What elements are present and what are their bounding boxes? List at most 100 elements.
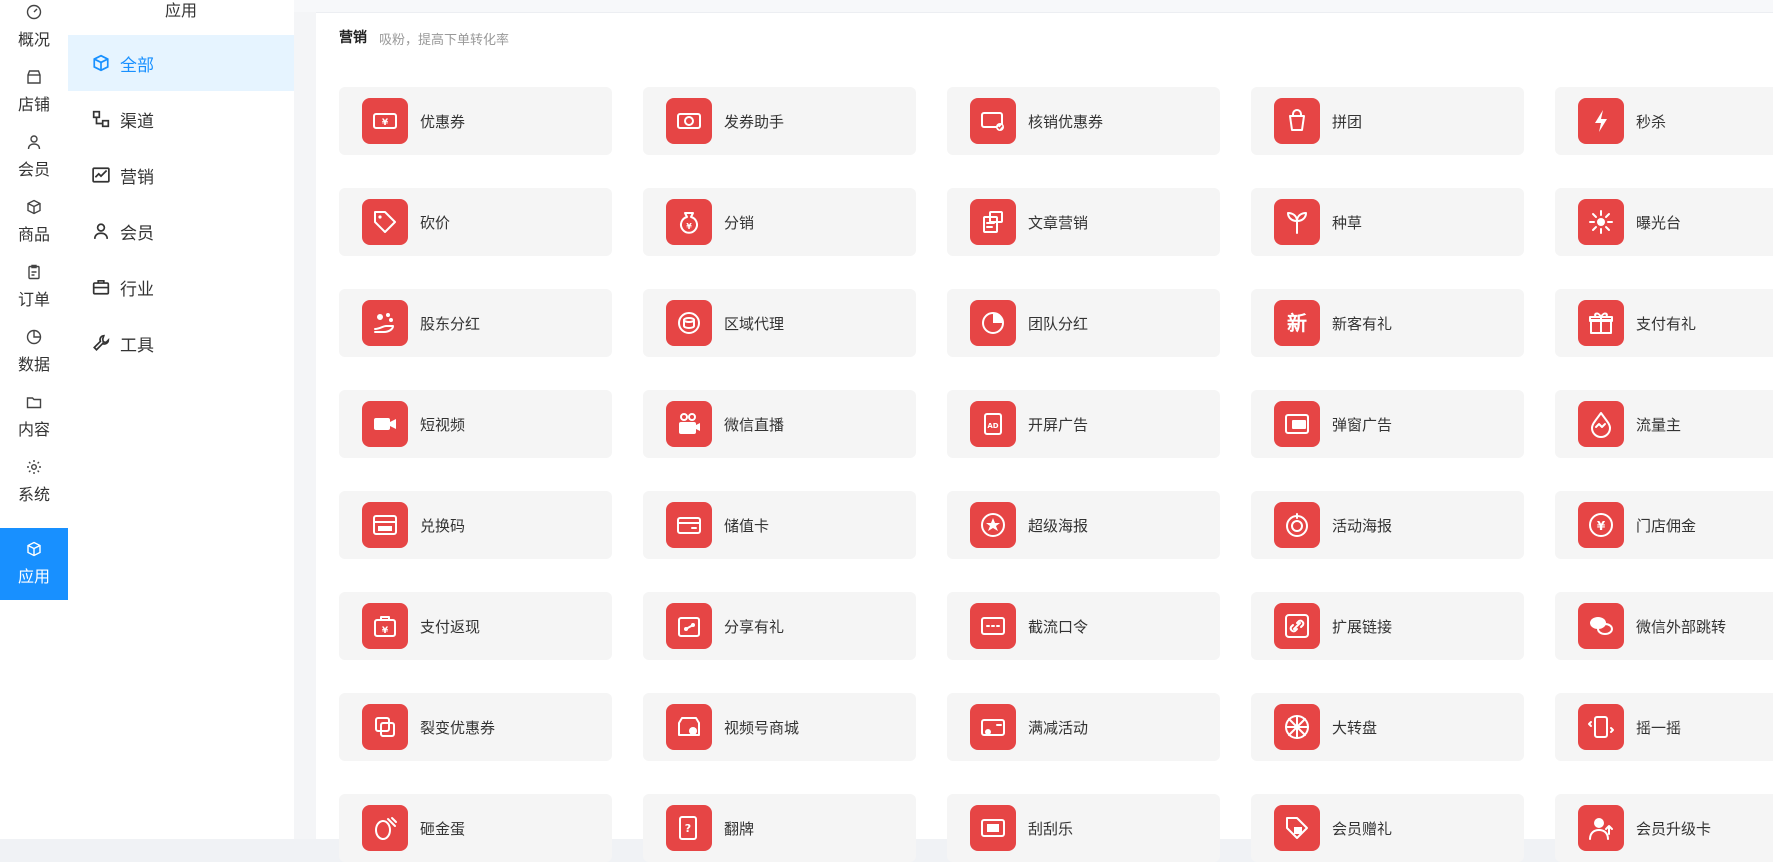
app-card-label: 超级海报 <box>1028 516 1089 535</box>
rail-item-8[interactable]: 应用 <box>0 528 68 600</box>
app-card-label: 会员赠礼 <box>1332 819 1393 838</box>
app-card[interactable]: 视频号商城 <box>643 693 916 761</box>
redeem-code-icon <box>362 502 408 548</box>
app-card-label: 满减活动 <box>1028 718 1089 737</box>
app-card[interactable]: 核销优惠券 <box>947 87 1220 155</box>
app-card-label: 核销优惠券 <box>1028 112 1104 131</box>
wechat-icon <box>1578 603 1624 649</box>
app-card[interactable]: 流量主 <box>1555 390 1773 458</box>
app-card-label: 会员升级卡 <box>1636 819 1712 838</box>
rail-item-1[interactable]: 店铺 <box>0 56 68 128</box>
app-card[interactable]: 砸金蛋 <box>339 794 612 862</box>
app-card[interactable]: 团队分红 <box>947 289 1220 357</box>
app-card[interactable]: 砍价 <box>339 188 612 256</box>
app-card[interactable]: ¥ 优惠券 <box>339 87 612 155</box>
wrench-icon <box>92 334 110 352</box>
section-title: 营销 <box>339 30 367 46</box>
app-card[interactable]: 活动海报 <box>1251 491 1524 559</box>
svg-text:¥: ¥ <box>686 222 692 231</box>
app-card[interactable]: 曝光台 <box>1555 188 1773 256</box>
app-card[interactable]: 区域代理 <box>643 289 916 357</box>
rail-item-0[interactable]: 概况 <box>0 0 68 63</box>
svg-text:?: ? <box>685 822 691 835</box>
app-card-label: 分享有礼 <box>724 617 785 636</box>
menu-item-5[interactable]: 工具 <box>68 315 294 371</box>
app-card[interactable]: 满减活动 <box>947 693 1220 761</box>
app-card[interactable]: 股东分红 <box>339 289 612 357</box>
rail-item-5[interactable]: 数据 <box>0 316 68 388</box>
app-card-label: 弹窗广告 <box>1332 415 1393 434</box>
video-camera-icon <box>362 401 408 447</box>
member-gift-icon <box>1274 805 1320 851</box>
app-card-label: 裂变优惠券 <box>420 718 496 737</box>
app-card[interactable]: 支付有礼 <box>1555 289 1773 357</box>
app-card[interactable]: 刮刮乐 <box>947 794 1220 862</box>
app-card[interactable]: 微信直播 <box>643 390 916 458</box>
rail-item-2[interactable]: 会员 <box>0 121 68 193</box>
app-card[interactable]: ¥ 门店佣金 <box>1555 491 1773 559</box>
app-card[interactable]: ¥ 分销 <box>643 188 916 256</box>
video-shop-icon <box>666 704 712 750</box>
menu-item-2[interactable]: 营销 <box>68 147 294 203</box>
menu-item-3[interactable]: 会员 <box>68 203 294 259</box>
briefcase-icon <box>92 278 110 296</box>
app-card-label: 发券助手 <box>724 112 785 131</box>
app-card[interactable]: 发券助手 <box>643 87 916 155</box>
app-card[interactable]: ¥ 支付返现 <box>339 592 612 660</box>
rail-item-4[interactable]: 订单 <box>0 251 68 323</box>
app-card[interactable]: 摇一摇 <box>1555 693 1773 761</box>
app-card[interactable]: 拼团 <box>1251 87 1524 155</box>
app-card[interactable]: 兑换码 <box>339 491 612 559</box>
rail-item-7[interactable]: 系统 <box>0 446 68 518</box>
app-card[interactable]: ? 翻牌 <box>643 794 916 862</box>
article-icon <box>970 199 1016 245</box>
trend-icon <box>92 166 110 184</box>
app-card[interactable]: 会员赠礼 <box>1251 794 1524 862</box>
app-card-label: 砸金蛋 <box>420 819 466 838</box>
app-card[interactable]: 截流口令 <box>947 592 1220 660</box>
app-card[interactable]: 新 新客有礼 <box>1251 289 1524 357</box>
content-gutter <box>294 12 316 839</box>
rail-item-label: 店铺 <box>17 95 50 114</box>
app-card[interactable]: 超级海报 <box>947 491 1220 559</box>
rail-item-3[interactable]: 商品 <box>0 186 68 258</box>
app-card[interactable]: 秒杀 <box>1555 87 1773 155</box>
menu-item-label: 渠道 <box>120 111 154 132</box>
sun-icon <box>1578 199 1624 245</box>
gift-icon <box>1578 300 1624 346</box>
app-card-label: 扩展链接 <box>1332 617 1393 636</box>
app-card-label: 储值卡 <box>724 516 770 535</box>
app-card-label: 短视频 <box>420 415 466 434</box>
stored-card-icon <box>666 502 712 548</box>
app-card-label: 截流口令 <box>1028 617 1089 636</box>
app-card-label: 团队分红 <box>1028 314 1089 333</box>
app-card[interactable]: 会员升级卡 <box>1555 794 1773 862</box>
box-icon <box>26 199 42 215</box>
lightning-icon <box>1578 98 1624 144</box>
app-card[interactable]: 裂变优惠券 <box>339 693 612 761</box>
app-card[interactable]: 储值卡 <box>643 491 916 559</box>
app-card[interactable]: 大转盘 <box>1251 693 1524 761</box>
golden-egg-icon <box>362 805 408 851</box>
sprout-icon <box>1274 199 1320 245</box>
command-icon <box>970 603 1016 649</box>
app-card[interactable]: AD 开屏广告 <box>947 390 1220 458</box>
app-card[interactable]: 短视频 <box>339 390 612 458</box>
app-card[interactable]: 弹窗广告 <box>1251 390 1524 458</box>
menu-item-1[interactable]: 渠道 <box>68 91 294 147</box>
menu-item-0[interactable]: 全部 <box>68 35 294 91</box>
app-card[interactable]: 微信外部跳转 <box>1555 592 1773 660</box>
rail-item-6[interactable]: 内容 <box>0 381 68 453</box>
fission-coupon-icon <box>362 704 408 750</box>
menu-item-4[interactable]: 行业 <box>68 259 294 315</box>
app-card[interactable]: 文章营销 <box>947 188 1220 256</box>
top-strip <box>294 0 1773 13</box>
user-icon <box>26 134 42 150</box>
menu-item-label: 营销 <box>120 167 154 188</box>
app-card[interactable]: 分享有礼 <box>643 592 916 660</box>
money-bag-icon: ¥ <box>666 199 712 245</box>
app-card[interactable]: 种草 <box>1251 188 1524 256</box>
gear-icon <box>26 459 42 475</box>
app-card[interactable]: 扩展链接 <box>1251 592 1524 660</box>
group-buy-icon <box>1274 98 1320 144</box>
